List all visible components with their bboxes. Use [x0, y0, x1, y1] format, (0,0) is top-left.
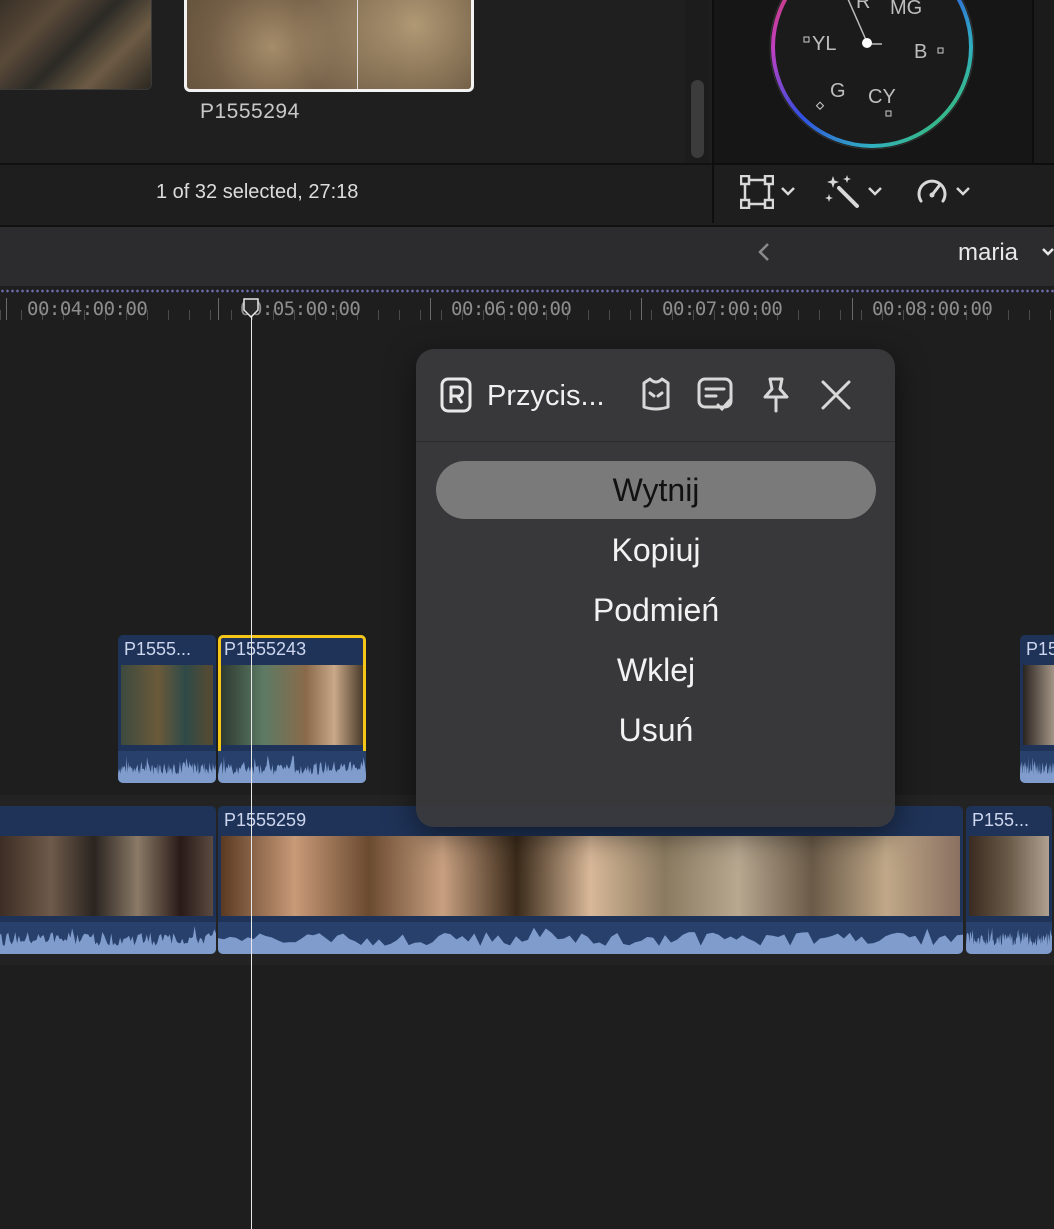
retime-menu[interactable]: [915, 172, 971, 212]
playhead[interactable]: [251, 300, 252, 1229]
clip-name: P1555294: [200, 100, 300, 123]
chevron-down-icon: [781, 187, 795, 196]
chevron-down-icon: [1042, 248, 1054, 256]
clip-filmstrip: [0, 836, 213, 916]
scope-label: YL: [812, 33, 836, 55]
divider: [1032, 0, 1034, 163]
ruler-tick: [430, 298, 431, 320]
ruler-timecode: 00:07:00:00: [662, 298, 783, 320]
clip-label: P155...: [972, 810, 1030, 830]
selection-status: 1 of 32 selected, 27:18: [156, 181, 359, 203]
r-logo-icon: [440, 377, 472, 413]
connected-clip[interactable]: P15: [1020, 635, 1054, 783]
close-icon[interactable]: [816, 373, 856, 417]
chevron-left-icon: [758, 243, 769, 261]
clip-filmstrip: [121, 665, 213, 745]
storyline-clip[interactable]: P1555259: [218, 806, 963, 954]
clip-label: P1555...: [124, 639, 192, 659]
chevron-down-icon: [868, 187, 882, 196]
scope-label: B: [914, 41, 927, 63]
clip-filmstrip: [1023, 665, 1054, 745]
pin-icon[interactable]: [756, 373, 796, 417]
speed-icon: [917, 179, 947, 203]
magic-wand-icon: [825, 175, 859, 208]
ruler-tick: [218, 298, 219, 320]
ruler-timecode: 00:06:00:00: [451, 298, 572, 320]
clip-filmstrip: [969, 836, 1049, 916]
menu-item-copy[interactable]: Kopiuj: [436, 521, 876, 579]
audio-waveform: [0, 922, 216, 954]
ruler-timecode: 00:04:00:00: [27, 298, 148, 320]
connected-clip[interactable]: P1555...: [118, 635, 216, 783]
project-name[interactable]: maria: [958, 239, 1018, 267]
clip-filmstrip: [221, 836, 960, 916]
project-menu[interactable]: [1040, 240, 1054, 269]
back-button[interactable]: [756, 240, 772, 271]
ruler-tick: [641, 298, 642, 320]
skimmer-line: [357, 0, 358, 89]
menu-item-delete[interactable]: Usuń: [436, 701, 876, 759]
waveform-shape: [0, 926, 216, 954]
audio-waveform: [118, 751, 216, 783]
menu-item-cut[interactable]: Wytnij: [436, 461, 876, 519]
audio-waveform: [1020, 751, 1054, 783]
ruler-range-bar: [0, 288, 1054, 294]
chevron-down-icon: [956, 187, 970, 196]
storyline-clip[interactable]: [0, 806, 216, 954]
selected-clip-thumbnail[interactable]: [184, 0, 474, 92]
menu-item-paste[interactable]: Wklej: [436, 641, 876, 699]
scope-label: G: [830, 80, 846, 102]
waveform-shape: [966, 927, 1052, 954]
waveform-shape: [218, 927, 963, 954]
popup-title: Przycis...: [487, 380, 605, 412]
audio-waveform: [218, 922, 963, 954]
audio-waveform: [966, 922, 1052, 954]
ruler-tick: [6, 298, 7, 320]
scope-label: CY: [868, 86, 896, 108]
clip-label: P1555243: [224, 639, 307, 659]
storyline-clip[interactable]: P155...: [966, 806, 1052, 954]
waveform-shape: [118, 755, 216, 783]
scope-label: MG: [890, 0, 922, 19]
scrollbar-thumb[interactable]: [691, 80, 704, 158]
timeline-header: [0, 225, 1054, 287]
shirt-icon[interactable]: [636, 373, 676, 417]
transform-menu[interactable]: [740, 172, 796, 212]
clip-thumbnail[interactable]: [0, 0, 152, 90]
clip-label: P1555259: [224, 810, 307, 830]
audio-waveform: [218, 751, 366, 783]
ruler-tick: [852, 298, 853, 320]
vectorscope-graph: R MG YL B G CY: [769, 0, 975, 150]
ruler-timecode: 00:08:00:00: [872, 298, 993, 320]
crop-icon: [740, 175, 774, 209]
clip-filmstrip: [221, 665, 363, 745]
clip-label: P15: [1026, 639, 1054, 659]
waveform-shape: [218, 755, 366, 783]
menu-item-replace[interactable]: Podmień: [436, 581, 876, 639]
playhead-handle[interactable]: [243, 298, 259, 318]
notes-check-icon[interactable]: [696, 373, 736, 417]
selected-connected-clip[interactable]: P1555243: [218, 635, 366, 783]
waveform-shape: [1020, 755, 1054, 783]
enhancements-menu[interactable]: [825, 172, 883, 212]
scope-label: R: [856, 0, 870, 13]
